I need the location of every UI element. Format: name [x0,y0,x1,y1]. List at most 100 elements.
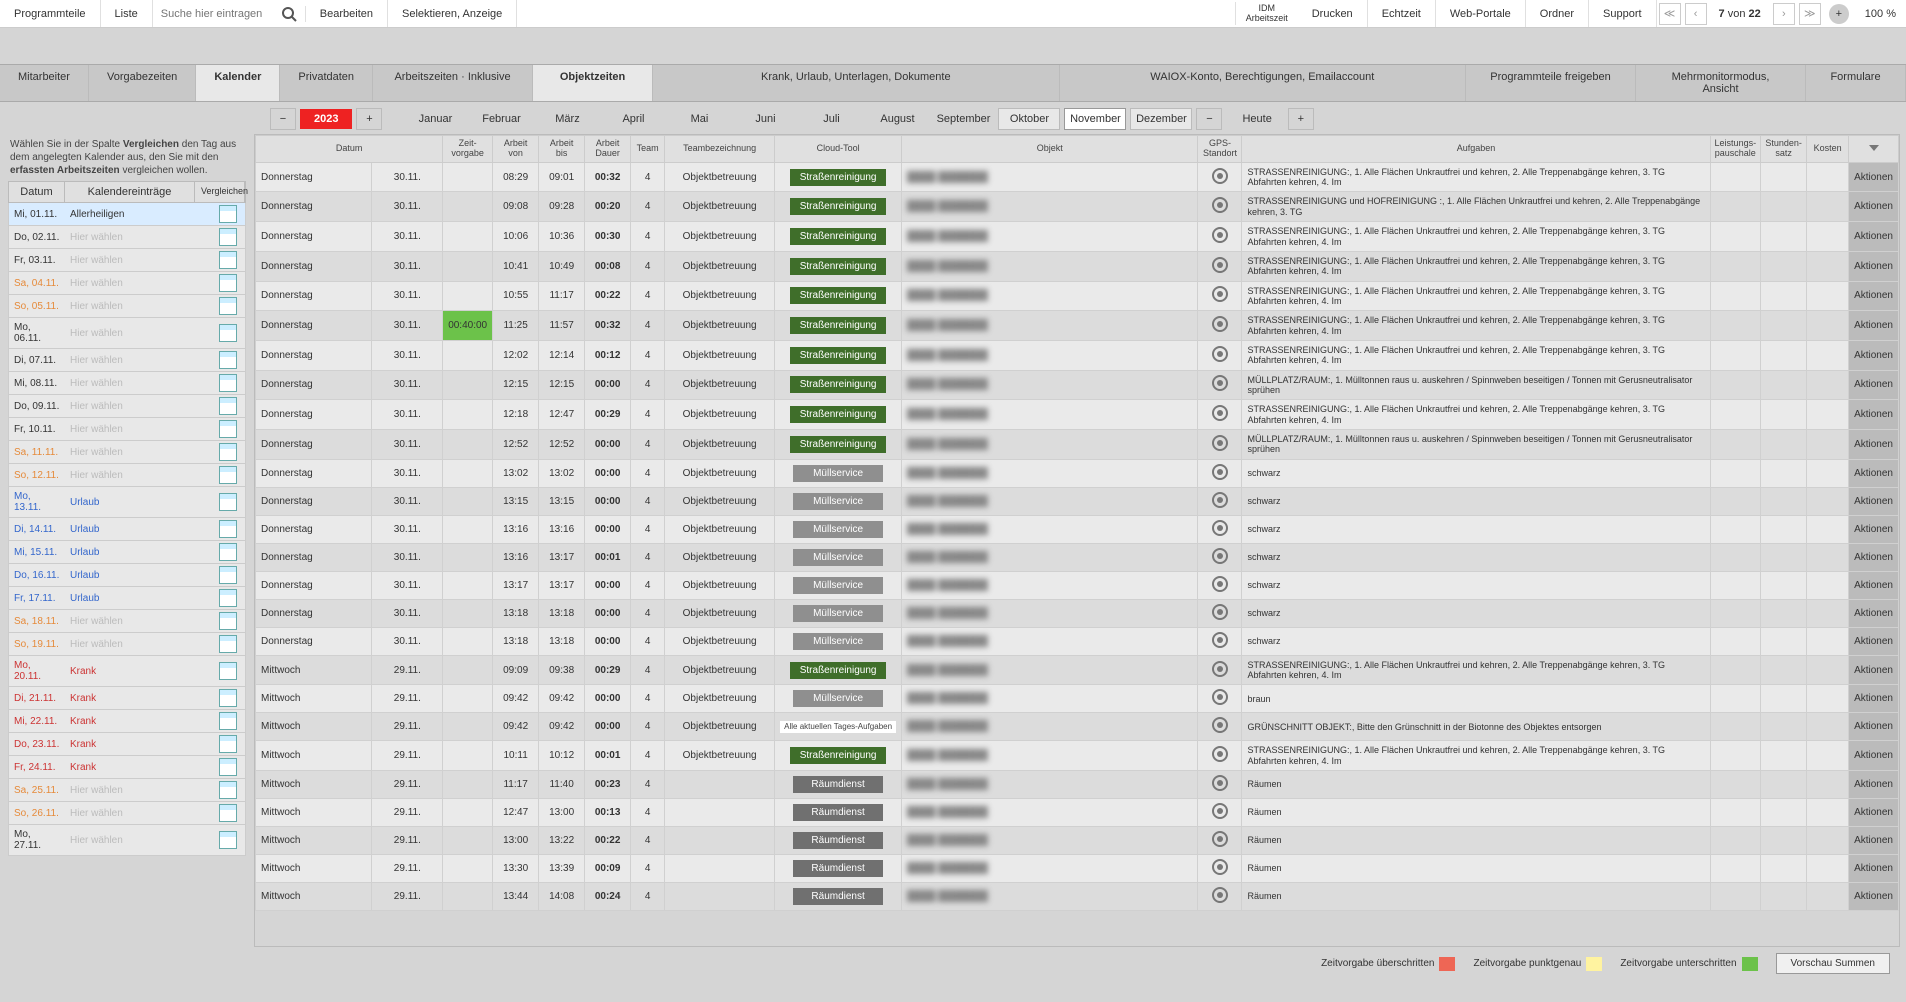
next-page-button[interactable]: › [1773,3,1795,25]
month-mai[interactable]: Mai [668,108,730,130]
th-zeitvorgabe[interactable]: Zeit- vorgabe [443,136,493,163]
calendar-row[interactable]: Mi, 08.11. Hier wählen [8,372,246,395]
compare-button[interactable] [211,660,245,682]
th-aufgaben[interactable]: Aufgaben [1242,136,1710,163]
cell-aktionen[interactable]: Aktionen [1849,571,1899,599]
search-input[interactable] [161,8,281,20]
compare-button[interactable] [211,272,245,294]
cell-aktionen[interactable]: Aktionen [1849,251,1899,281]
calendar-row[interactable]: Sa, 25.11. Hier wählen [8,779,246,802]
bearbeiten-button[interactable]: Bearbeiten [306,0,388,27]
cell-aktionen[interactable]: Aktionen [1849,655,1899,685]
support-button[interactable]: Support [1589,0,1657,27]
cell-aktionen[interactable]: Aktionen [1849,162,1899,192]
last-page-button[interactable]: ≫ [1799,3,1821,25]
calendar-row[interactable]: Do, 02.11. Hier wählen [8,226,246,249]
cell-aktionen[interactable]: Aktionen [1849,487,1899,515]
calendar-row[interactable]: Sa, 11.11. Hier wählen [8,441,246,464]
th-objekt[interactable]: Objekt [902,136,1198,163]
th-arbeit-bis[interactable]: Arbeit bis [539,136,585,163]
cell-gps[interactable] [1198,400,1242,430]
cell-gps[interactable] [1198,192,1242,222]
cell-gps[interactable] [1198,571,1242,599]
cell-gps[interactable] [1198,222,1242,252]
cell-gps[interactable] [1198,799,1242,827]
cell-gps[interactable] [1198,515,1242,543]
tab-kalender[interactable]: Kalender [196,65,280,101]
liste-button[interactable]: Liste [101,0,153,27]
cell-gps[interactable] [1198,685,1242,713]
month-juni[interactable]: Juni [734,108,796,130]
compare-button[interactable] [211,564,245,586]
compare-button[interactable] [211,295,245,317]
cell-aktionen[interactable]: Aktionen [1849,222,1899,252]
cell-aktionen[interactable]: Aktionen [1849,741,1899,771]
cell-aktionen[interactable]: Aktionen [1849,311,1899,341]
cell-aktionen[interactable]: Aktionen [1849,599,1899,627]
cell-aktionen[interactable]: Aktionen [1849,543,1899,571]
calendar-row[interactable]: So, 19.11. Hier wählen [8,633,246,656]
cell-gps[interactable] [1198,281,1242,311]
cell-aktionen[interactable]: Aktionen [1849,340,1899,370]
calendar-row[interactable]: Mi, 22.11. Krank [8,710,246,733]
month-august[interactable]: August [866,108,928,130]
cell-aktionen[interactable]: Aktionen [1849,771,1899,799]
calendar-row[interactable]: Mo, 06.11. Hier wählen [8,318,246,349]
first-page-button[interactable]: ≪ [1659,3,1681,25]
th-sort[interactable] [1849,136,1899,163]
cell-aktionen[interactable]: Aktionen [1849,883,1899,911]
cell-aktionen[interactable]: Aktionen [1849,192,1899,222]
calendar-row[interactable]: Sa, 04.11. Hier wählen [8,272,246,295]
calendar-row[interactable]: Mo, 27.11. Hier wählen [8,825,246,856]
cell-gps[interactable] [1198,459,1242,487]
month-juli[interactable]: Juli [800,108,862,130]
search-icon[interactable] [281,6,297,22]
vorschau-summen-button[interactable]: Vorschau Summen [1776,953,1891,974]
tab-waiox[interactable]: WAIOX-Konto, Berechtigungen, Emailaccoun… [1060,65,1466,101]
compare-button[interactable] [211,464,245,486]
year-prev-button[interactable]: − [270,108,296,130]
compare-button[interactable] [211,322,245,344]
calendar-row[interactable]: So, 12.11. Hier wählen [8,464,246,487]
cell-aktionen[interactable]: Aktionen [1849,855,1899,883]
cell-gps[interactable] [1198,543,1242,571]
month-maerz[interactable]: März [536,108,598,130]
tab-vorgabezeiten[interactable]: Vorgabezeiten [89,65,196,101]
compare-button[interactable] [211,587,245,609]
calendar-row[interactable]: Mo, 20.11. Krank [8,656,246,687]
cell-aktionen[interactable]: Aktionen [1849,459,1899,487]
month-februar[interactable]: Februar [470,108,532,130]
tab-mehrmonitor[interactable]: Mehrmonitormodus, Ansicht [1636,65,1806,101]
compare-button[interactable] [211,491,245,513]
tab-krank[interactable]: Krank, Urlaub, Unterlagen, Dokumente [653,65,1059,101]
compare-button[interactable] [211,203,245,225]
cell-gps[interactable] [1198,655,1242,685]
calendar-row[interactable]: Fr, 10.11. Hier wählen [8,418,246,441]
tab-mitarbeiter[interactable]: Mitarbeiter [0,65,89,101]
cell-gps[interactable] [1198,487,1242,515]
month-november[interactable]: November [1064,108,1126,130]
compare-button[interactable] [211,733,245,755]
th-team[interactable]: Team [631,136,665,163]
cell-aktionen[interactable]: Aktionen [1849,827,1899,855]
compare-button[interactable] [211,372,245,394]
th-arbeit-dauer[interactable]: Arbeit Dauer [585,136,631,163]
calendar-row[interactable]: Fr, 03.11. Hier wählen [8,249,246,272]
compare-button[interactable] [211,687,245,709]
calendar-row[interactable]: Di, 07.11. Hier wählen [8,349,246,372]
year-next-button[interactable]: + [356,108,382,130]
calendar-row[interactable]: Sa, 18.11. Hier wählen [8,610,246,633]
cell-aktionen[interactable]: Aktionen [1849,281,1899,311]
th-cloudtool[interactable]: Cloud-Tool [775,136,902,163]
month-oktober[interactable]: Oktober [998,108,1060,130]
compare-button[interactable] [211,710,245,732]
month-januar[interactable]: Januar [404,108,466,130]
th-gps[interactable]: GPS- Standort [1198,136,1242,163]
cell-aktionen[interactable]: Aktionen [1849,400,1899,430]
tab-objektzeiten[interactable]: Objektzeiten [533,65,653,101]
compare-button[interactable] [211,518,245,540]
calendar-row[interactable]: Mi, 01.11. Allerheiligen [8,203,246,226]
cell-aktionen[interactable]: Aktionen [1849,685,1899,713]
th-teambez[interactable]: Teambezeichnung [665,136,775,163]
compare-button[interactable] [211,418,245,440]
